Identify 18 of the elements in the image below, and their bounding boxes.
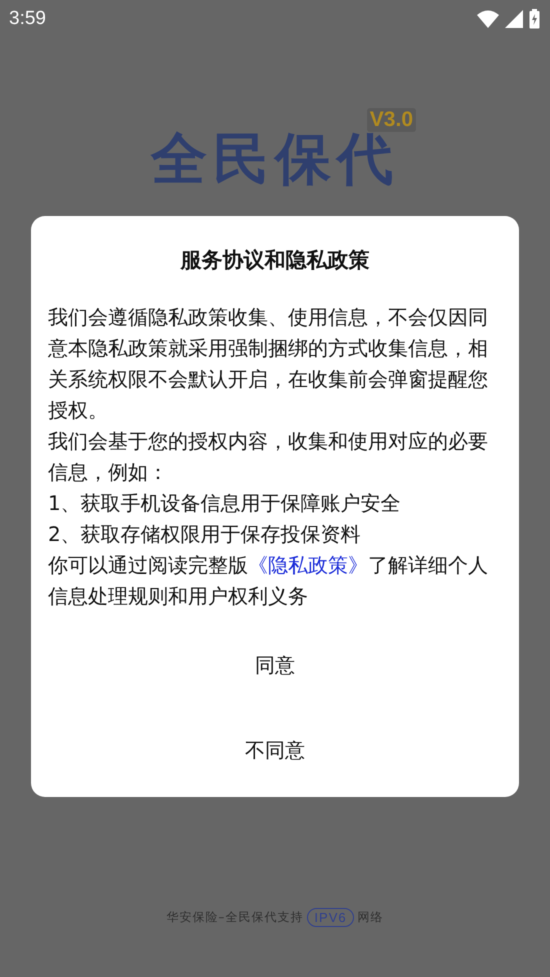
privacy-policy-link[interactable]: 《隐私政策》 bbox=[248, 553, 368, 577]
battery-icon bbox=[529, 9, 540, 29]
version-label: V3.0 bbox=[366, 108, 416, 132]
ipv6-badge: IPV6 bbox=[307, 908, 354, 927]
agree-button[interactable]: 同意 bbox=[235, 642, 315, 689]
disagree-button[interactable]: 不同意 bbox=[225, 727, 325, 774]
app-logo: 全民保代 bbox=[151, 132, 399, 188]
dialog-paragraph: 我们会基于您的授权内容，收集和使用对应的必要信息，例如： bbox=[48, 428, 489, 486]
dialog-paragraph: 你可以通过阅读完整版《隐私政策》了解详细个人信息处理规则和用户权利义务 bbox=[48, 552, 489, 610]
dialog-paragraph: 1、获取手机设备信息用于保障账户安全 bbox=[48, 490, 402, 517]
signal-icon bbox=[505, 10, 523, 28]
status-time: 3:59 bbox=[9, 8, 46, 30]
wifi-icon bbox=[477, 10, 499, 28]
footer-text: 华安保险–全民保代支持 bbox=[166, 909, 304, 926]
dialog-paragraph: 我们会遵循隐私政策收集、使用信息，不会仅因同意本隐私政策就采用强制捆绑的方式收集信息，相关系统权限不会默认开启，在收集前会弹窗提醒您授权。 bbox=[48, 304, 489, 424]
dialog-paragraph: 2、获取存储权限用于保存投保资料 bbox=[48, 521, 362, 548]
dialog-title: 服务协议和隐私政策 bbox=[180, 247, 370, 274]
footer-text: 网络 bbox=[358, 909, 384, 926]
